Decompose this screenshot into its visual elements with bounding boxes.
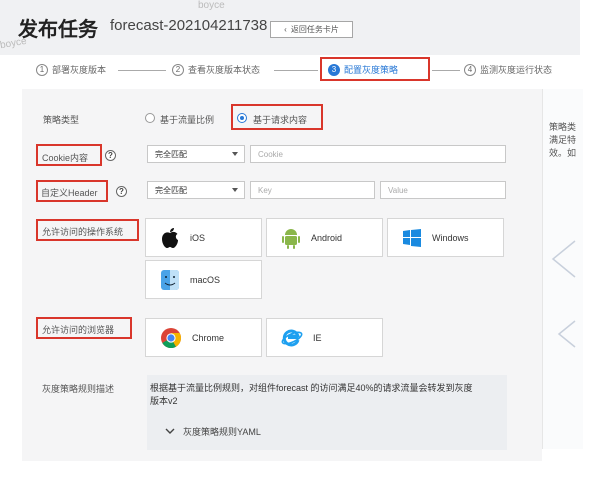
forecast-id: forecast-202104211738 [110, 17, 268, 34]
back-to-task-card-button[interactable]: ‹ 返回任务卡片 [270, 21, 353, 38]
step-progress-bar: 1 部署灰度版本 2 查看灰度版本状态 3 配置灰度策略 4 监测灰度运行状态 [0, 55, 580, 87]
radio-traffic-ratio-label: 基于流量比例 [160, 115, 215, 125]
header-value-input[interactable]: Value [380, 181, 506, 199]
os-android-label: Android [311, 232, 343, 243]
finder-icon [161, 269, 179, 290]
radio-traffic-ratio[interactable] [145, 113, 155, 123]
header-match-select[interactable]: 完全匹配 [147, 181, 245, 199]
info-side-panel: 策略类 满足特 效。如 [542, 89, 583, 449]
help-icon[interactable]: ? [116, 186, 127, 197]
browser-chrome-label: Chrome [192, 332, 225, 343]
annotation-box-header [36, 180, 108, 202]
watermark: boyce [198, 0, 225, 11]
step-2[interactable]: 2 查看灰度版本状态 [172, 63, 260, 76]
step-1[interactable]: 1 部署灰度版本 [36, 63, 106, 76]
step-4[interactable]: 4 监测灰度运行状态 [464, 63, 552, 76]
help-icon[interactable]: ? [105, 150, 116, 161]
chevron-left-icon[interactable] [555, 319, 579, 349]
caret-down-icon [232, 152, 238, 156]
step-2-label: 查看灰度版本状态 [188, 65, 261, 75]
browser-ie-label: IE [313, 332, 322, 343]
os-macos-label: macOS [190, 274, 221, 285]
cookie-match-value: 完全匹配 [155, 149, 187, 159]
step-2-number: 2 [172, 63, 184, 76]
rule-description-line: 版本v2 [150, 396, 178, 406]
windows-icon [403, 228, 421, 247]
cookie-input[interactable]: Cookie [250, 145, 506, 163]
yaml-expander[interactable]: 灰度策略规则YAML [165, 425, 261, 438]
os-card-windows[interactable]: Windows [387, 218, 504, 257]
chevron-down-icon [165, 428, 175, 434]
annotation-box-os [36, 219, 139, 241]
step-connector [274, 70, 318, 71]
os-card-android[interactable]: Android [266, 218, 383, 257]
page-title: 发布任务 [18, 19, 98, 41]
chevron-left-icon[interactable] [549, 239, 579, 279]
step-connector [432, 70, 460, 71]
os-card-macos[interactable]: macOS [145, 260, 262, 299]
cookie-match-select[interactable]: 完全匹配 [147, 145, 245, 163]
internet-explorer-icon [281, 329, 303, 346]
step-4-label: 监测灰度运行状态 [480, 65, 553, 75]
back-button-label: 返回任务卡片 [290, 25, 339, 34]
info-line: 策略类 [549, 122, 577, 132]
step-1-number: 1 [36, 63, 48, 76]
rule-description-box: 根据基于流量比例规则，对组件forecast 的访问满足40%的请求流量会转发到… [147, 375, 507, 450]
chrome-icon [161, 327, 182, 348]
strategy-type-label: 策略类型 [43, 115, 80, 125]
os-card-ios[interactable]: iOS [145, 218, 262, 257]
os-windows-label: Windows [432, 232, 469, 243]
annotation-box-step-3 [320, 57, 430, 81]
browser-card-ie[interactable]: IE [266, 318, 383, 357]
info-line: 效。如 [549, 148, 577, 158]
annotation-box-cookie [36, 144, 102, 166]
os-ios-label: iOS [190, 232, 206, 243]
chevron-left-icon: ‹ [284, 25, 287, 34]
step-1-label: 部署灰度版本 [52, 65, 107, 75]
header-key-input[interactable]: Key [250, 181, 375, 199]
yaml-label: 灰度策略规则YAML [183, 427, 261, 437]
step-4-number: 4 [464, 63, 476, 76]
step-connector [118, 70, 166, 71]
annotation-box-request-content [231, 104, 323, 130]
annotation-box-browser [36, 317, 132, 339]
apple-icon [162, 227, 178, 248]
caret-down-icon [232, 188, 238, 192]
info-line: 满足特 [549, 135, 577, 145]
header-match-value: 完全匹配 [155, 185, 187, 195]
rule-description-line: 根据基于流量比例规则，对组件forecast 的访问满足40%的请求流量会转发到… [150, 383, 473, 393]
rule-description-label: 灰度策略规则描述 [42, 384, 115, 394]
browser-card-chrome[interactable]: Chrome [145, 318, 262, 357]
android-icon [282, 228, 300, 249]
